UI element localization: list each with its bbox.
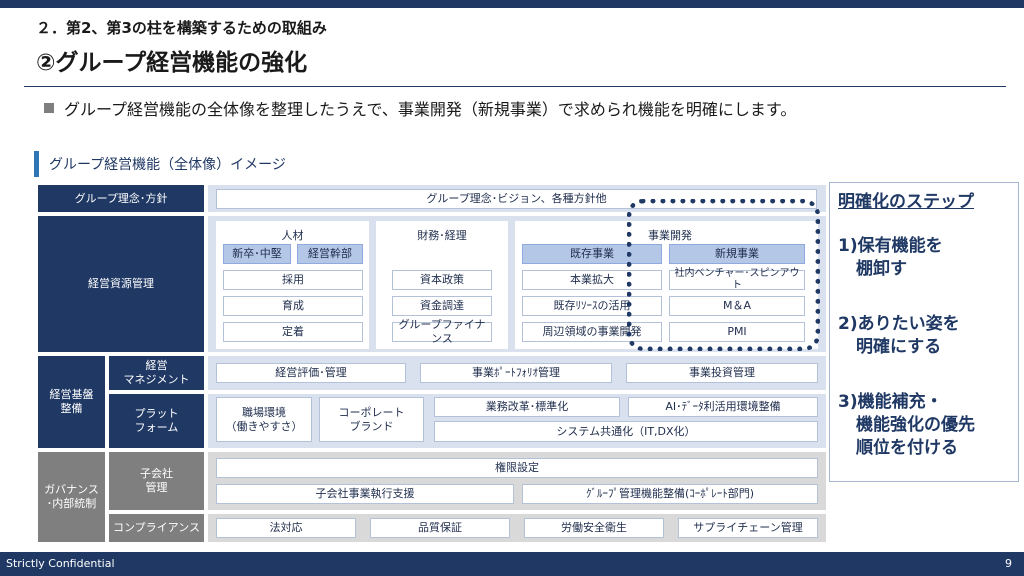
- compliance-item: 法対応: [216, 518, 356, 538]
- row-label-philosophy: グループ理念･方針: [38, 185, 204, 212]
- subsidiary-item: ｸﾞﾙｰﾌﾟ管理機能整備(ｺｰﾎﾟﾚｰﾄ部門): [522, 484, 818, 504]
- subsidiary-item: 権限設定: [216, 458, 818, 478]
- management-item: 事業ﾎﾟｰﾄﾌｫﾘｵ管理: [420, 363, 612, 383]
- compliance-item: 品質保証: [370, 518, 510, 538]
- platform-item: AI･ﾃﾞｰﾀ利活用環境整備: [628, 397, 818, 417]
- step-line: 機能強化の優先 順位を付ける: [856, 414, 975, 458]
- management-item: 事業投資管理: [626, 363, 818, 383]
- heading-accent-bar: [34, 151, 39, 177]
- sub-label-subsidiary: 子会社 管理: [109, 452, 204, 510]
- hr-item-retain: 定着: [223, 322, 363, 342]
- subsidiary-item: 子会社事業執行支援: [216, 484, 514, 504]
- compliance-item: サプライチェーン管理: [678, 518, 818, 538]
- platform-item: 業務改革･標準化: [434, 397, 620, 417]
- sub-label-management: 経営 マネジメント: [109, 356, 204, 390]
- steps-panel: 明確化のステップ 1)保有機能を 棚卸す 2)ありたい姿を 明確にする 3)機能…: [829, 182, 1019, 482]
- finance-item-funding: 資金調達: [392, 296, 492, 316]
- top-bar: [0, 0, 1024, 8]
- sub-label-platform: プラット フォーム: [109, 394, 204, 448]
- row-label-resources: 経営資源管理: [38, 216, 204, 352]
- hr-item-recruit: 採用: [223, 270, 363, 290]
- diagram-heading: グループ経営機能（全体像）イメージ: [34, 151, 286, 177]
- diagram-heading-text: グループ経営機能（全体像）イメージ: [49, 157, 286, 173]
- row-label-governance: ガバナンス ･内部統制: [38, 452, 105, 542]
- footer-bar: Strictly Confidential 9: [0, 552, 1024, 576]
- row-label-foundation: 経営基盤 整備: [38, 356, 105, 448]
- step-line: 1)保有機能を: [838, 236, 943, 256]
- finance-title: 財務･経理: [417, 229, 467, 242]
- finance-item-capital: 資本政策: [392, 270, 492, 290]
- confidential-label: Strictly Confidential: [6, 557, 115, 570]
- square-bullet-icon: [44, 103, 54, 113]
- bullet-text: グループ経営機能の全体像を整理したうえで、事業開発（新規事業）で求められ機能を明…: [64, 100, 797, 119]
- step-1: 1)保有機能を 棚卸す: [838, 235, 943, 281]
- platform-item: 職場環境 （働きやすさ）: [216, 397, 312, 442]
- slide-title: ②グループ経営機能の強化: [36, 50, 308, 76]
- title-divider: [24, 86, 1006, 87]
- sub-label-compliance: コンプライアンス: [109, 514, 204, 542]
- step-line: 棚卸す: [856, 258, 907, 279]
- platform-item: システム共通化（IT,DX化）: [434, 421, 818, 442]
- hr-item-executive: 経営幹部: [297, 244, 363, 264]
- hr-item-develop: 育成: [223, 296, 363, 316]
- finance-item-group-finance: グループファイナンス: [392, 318, 492, 345]
- platform-item: コーポレート ブランド: [319, 397, 424, 442]
- compliance-item: 労働安全衛生: [524, 518, 664, 538]
- management-item: 経営評価･管理: [216, 363, 406, 383]
- step-line: 3)機能補充・: [838, 392, 943, 412]
- hr-title: 人材: [281, 229, 304, 242]
- step-3: 3)機能補充・ 機能強化の優先 順位を付ける: [838, 391, 975, 460]
- bizdev-highlight-outline: [627, 199, 820, 351]
- steps-title: 明確化のステップ: [838, 192, 974, 212]
- step-line: 明確にする: [856, 336, 942, 357]
- step-2: 2)ありたい姿を 明確にする: [838, 313, 960, 359]
- page-number: 9: [1005, 557, 1012, 570]
- slide-subtitle: ２．第2、第3の柱を構築するための取組み: [36, 19, 327, 37]
- step-line: 2)ありたい姿を: [838, 314, 960, 334]
- hr-item-new-mid: 新卒･中堅: [223, 244, 291, 264]
- bullet-line: グループ経営機能の全体像を整理したうえで、事業開発（新規事業）で求められ機能を明…: [44, 96, 796, 120]
